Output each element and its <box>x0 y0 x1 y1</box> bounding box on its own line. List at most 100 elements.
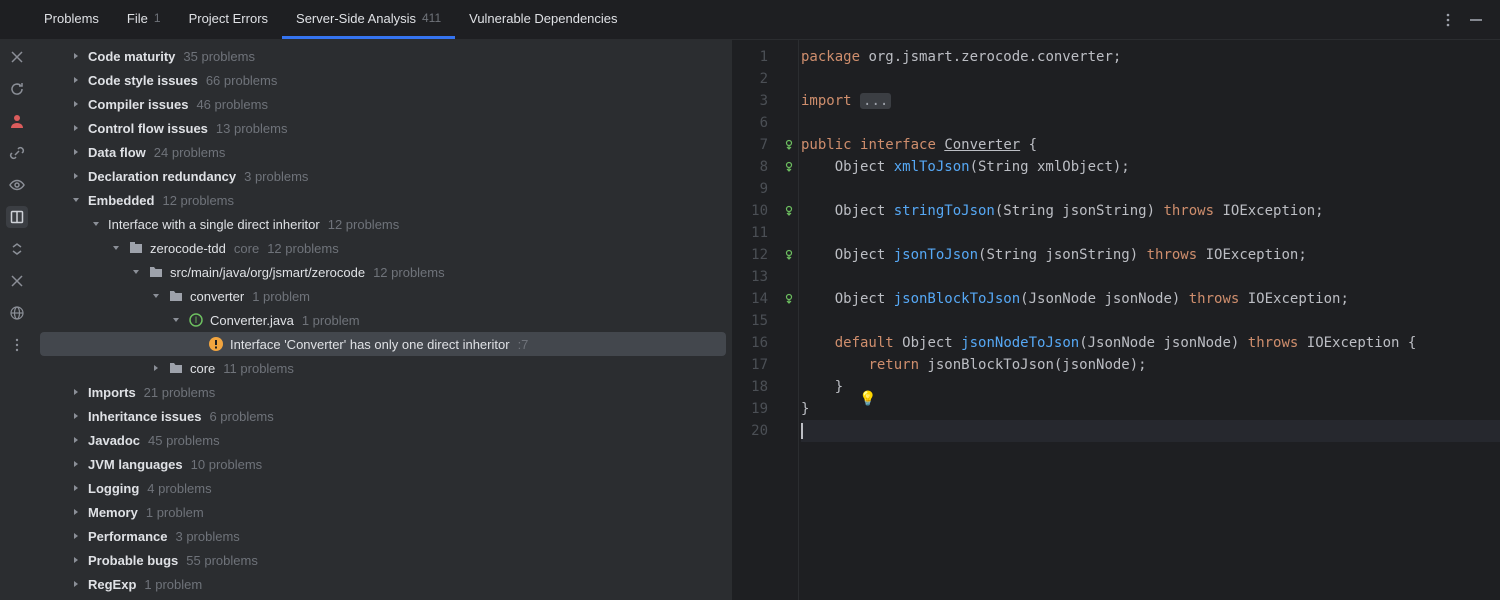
minimize-icon[interactable] <box>1462 6 1490 34</box>
code-line[interactable] <box>801 68 1500 90</box>
gutter-mark[interactable] <box>780 112 798 134</box>
problems-tree[interactable]: Code maturity35 problemsCode style issue… <box>34 40 732 600</box>
code-line[interactable]: default Object jsonNodeToJson(JsonNode j… <box>801 332 1500 354</box>
code-line[interactable]: Object stringToJson(String jsonString) t… <box>801 200 1500 222</box>
gutter-mark[interactable] <box>780 266 798 288</box>
tree-row[interactable]: Inheritance issues6 problems <box>40 404 726 428</box>
tree-row[interactable]: converter1 problem <box>40 284 726 308</box>
gutter-mark[interactable] <box>780 310 798 332</box>
chevron-down-icon[interactable] <box>130 267 142 277</box>
chevron-right-icon[interactable] <box>70 507 82 517</box>
chevron-right-icon[interactable] <box>70 579 82 589</box>
refresh-icon[interactable] <box>6 78 28 100</box>
chevron-right-icon[interactable] <box>150 363 162 373</box>
gutter-mark[interactable] <box>780 46 798 68</box>
code-editor[interactable]: 12367891011121314151617181920 💡 package … <box>732 40 1500 600</box>
code-line[interactable] <box>801 178 1500 200</box>
code-line[interactable]: Object jsonToJson(String jsonString) thr… <box>801 244 1500 266</box>
code-line[interactable] <box>801 420 1500 442</box>
code-line[interactable]: public interface Converter { <box>801 134 1500 156</box>
chevron-right-icon[interactable] <box>70 411 82 421</box>
chevron-right-icon[interactable] <box>70 75 82 85</box>
tree-row[interactable]: Code style issues66 problems <box>40 68 726 92</box>
chevron-down-icon[interactable] <box>90 219 102 229</box>
code-line[interactable] <box>801 112 1500 134</box>
tree-row[interactable]: Memory1 problem <box>40 500 726 524</box>
tab-problems[interactable]: Problems <box>30 0 113 39</box>
gutter-mark[interactable] <box>780 288 798 310</box>
link-icon[interactable] <box>6 142 28 164</box>
tree-row[interactable]: Compiler issues46 problems <box>40 92 726 116</box>
collapse-all-icon[interactable] <box>6 270 28 292</box>
gutter-mark[interactable] <box>780 332 798 354</box>
user-icon[interactable] <box>6 110 28 132</box>
code-line[interactable] <box>801 266 1500 288</box>
tab-project-errors[interactable]: Project Errors <box>175 0 282 39</box>
gutter-mark[interactable] <box>780 244 798 266</box>
gutter-mark[interactable] <box>780 200 798 222</box>
gutter-mark[interactable] <box>780 398 798 420</box>
chevron-down-icon[interactable] <box>170 315 182 325</box>
tree-row[interactable]: RegExp1 problem <box>40 572 726 596</box>
gutter-mark[interactable] <box>780 354 798 376</box>
chevron-right-icon[interactable] <box>70 99 82 109</box>
code-line[interactable]: } <box>801 376 1500 398</box>
more-dots-icon[interactable] <box>6 334 28 356</box>
tree-row[interactable]: IConverter.java1 problem <box>40 308 726 332</box>
code-line[interactable]: Object xmlToJson(String xmlObject); <box>801 156 1500 178</box>
tree-row[interactable]: Probable bugs55 problems <box>40 548 726 572</box>
open-in-browser-icon[interactable] <box>6 302 28 324</box>
tree-row[interactable]: Interface with a single direct inheritor… <box>40 212 726 236</box>
code-line[interactable]: import ... <box>801 90 1500 112</box>
code-line[interactable]: } <box>801 398 1500 420</box>
tree-row[interactable]: Code maturity35 problems <box>40 44 726 68</box>
tree-row[interactable]: zerocode-tddcore12 problems <box>40 236 726 260</box>
chevron-right-icon[interactable] <box>70 147 82 157</box>
chevron-right-icon[interactable] <box>70 555 82 565</box>
tree-row[interactable]: Control flow issues13 problems <box>40 116 726 140</box>
code-line[interactable]: return jsonBlockToJson(jsonNode); <box>801 354 1500 376</box>
tree-row[interactable]: src/main/java/org/jsmart/zerocode12 prob… <box>40 260 726 284</box>
gutter-mark[interactable] <box>780 420 798 442</box>
tree-row[interactable]: JVM languages10 problems <box>40 452 726 476</box>
chevron-right-icon[interactable] <box>70 51 82 61</box>
code-line[interactable] <box>801 310 1500 332</box>
chevron-right-icon[interactable] <box>70 123 82 133</box>
preview-icon[interactable] <box>6 174 28 196</box>
tree-row[interactable]: Interface 'Converter' has only one direc… <box>40 332 726 356</box>
gutter-mark[interactable] <box>780 178 798 200</box>
close-icon[interactable] <box>6 46 28 68</box>
code-line[interactable]: package org.jsmart.zerocode.converter; <box>801 46 1500 68</box>
chevron-right-icon[interactable] <box>70 531 82 541</box>
chevron-right-icon[interactable] <box>70 171 82 181</box>
tree-row[interactable]: Javadoc45 problems <box>40 428 726 452</box>
chevron-down-icon[interactable] <box>150 291 162 301</box>
expand-all-icon[interactable] <box>6 238 28 260</box>
gutter-mark[interactable] <box>780 68 798 90</box>
tree-row[interactable]: Performance3 problems <box>40 524 726 548</box>
tab-server-side-analysis[interactable]: Server-Side Analysis 411 <box>282 0 455 39</box>
code-line[interactable] <box>801 222 1500 244</box>
tree-row[interactable]: Imports21 problems <box>40 380 726 404</box>
code-area[interactable]: 💡 package org.jsmart.zerocode.converter;… <box>798 40 1500 600</box>
chevron-down-icon[interactable] <box>110 243 122 253</box>
gutter-mark[interactable] <box>780 90 798 112</box>
open-editor-icon[interactable] <box>6 206 28 228</box>
tree-row[interactable]: Data flow24 problems <box>40 140 726 164</box>
gutter-mark[interactable] <box>780 156 798 178</box>
intention-bulb-icon[interactable]: 💡 <box>859 388 876 410</box>
tab-vulnerable-dependencies[interactable]: Vulnerable Dependencies <box>455 0 631 39</box>
code-line[interactable]: Object jsonBlockToJson(JsonNode jsonNode… <box>801 288 1500 310</box>
chevron-down-icon[interactable] <box>70 195 82 205</box>
tree-row[interactable]: Logging4 problems <box>40 476 726 500</box>
gutter-mark[interactable] <box>780 134 798 156</box>
tree-row[interactable]: core11 problems <box>40 356 726 380</box>
tab-file[interactable]: File 1 <box>113 0 175 39</box>
chevron-right-icon[interactable] <box>70 459 82 469</box>
more-options-icon[interactable] <box>1434 6 1462 34</box>
tree-row[interactable]: Declaration redundancy3 problems <box>40 164 726 188</box>
gutter-mark[interactable] <box>780 376 798 398</box>
chevron-right-icon[interactable] <box>70 387 82 397</box>
chevron-right-icon[interactable] <box>70 483 82 493</box>
tree-row[interactable]: Embedded12 problems <box>40 188 726 212</box>
